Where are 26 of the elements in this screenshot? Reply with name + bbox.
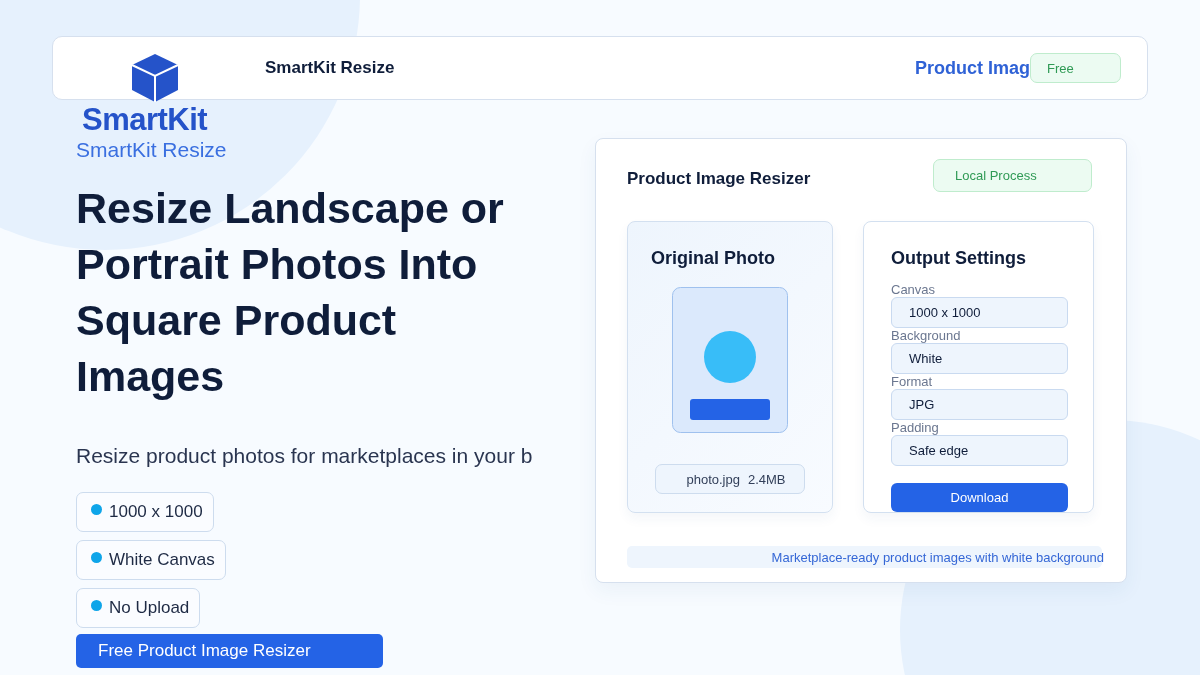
site-title: SmartKit Resize (265, 58, 396, 78)
logo-tagline: SmartKit Resize (76, 138, 227, 162)
status-badge: Local Process (933, 159, 1092, 192)
select-field[interactable]: JPG (891, 389, 1068, 420)
field-label: Padding (891, 421, 939, 435)
card-title: Output Settings (891, 248, 1026, 269)
cta-button[interactable]: Free Product Image Resizer (76, 634, 383, 668)
select-field[interactable]: Safe edge (891, 435, 1068, 466)
select-field[interactable]: White (891, 343, 1068, 374)
download-button[interactable]: Download (891, 483, 1068, 512)
hero-heading: Resize Landscape or Portrait Photos Into Square Product Images (76, 183, 505, 402)
card-title: Original Photo (651, 248, 775, 269)
field-label: Canvas (891, 283, 936, 297)
field-label: Background (891, 329, 961, 343)
panel-title: Product Image Resizer (627, 169, 811, 189)
field-label: Format (891, 375, 933, 389)
info-text: Marketplace-ready product images with white background (771, 549, 1104, 565)
free-badge: Free (1030, 53, 1121, 83)
feature-chip: No Upload (76, 588, 201, 628)
select-field[interactable]: 1000 x 1000 (891, 297, 1068, 328)
logo-wordmark: SmartKit (82, 102, 208, 138)
hero-subtitle: Resize product photos for marketplaces in your b (76, 444, 533, 468)
file-info: photo.jpg 2.4MB (655, 464, 805, 494)
nav-link[interactable]: Product Imag (915, 57, 1030, 79)
feature-chip: White Canvas (76, 540, 226, 580)
feature-chip: 1000 x 1000 (76, 492, 214, 532)
